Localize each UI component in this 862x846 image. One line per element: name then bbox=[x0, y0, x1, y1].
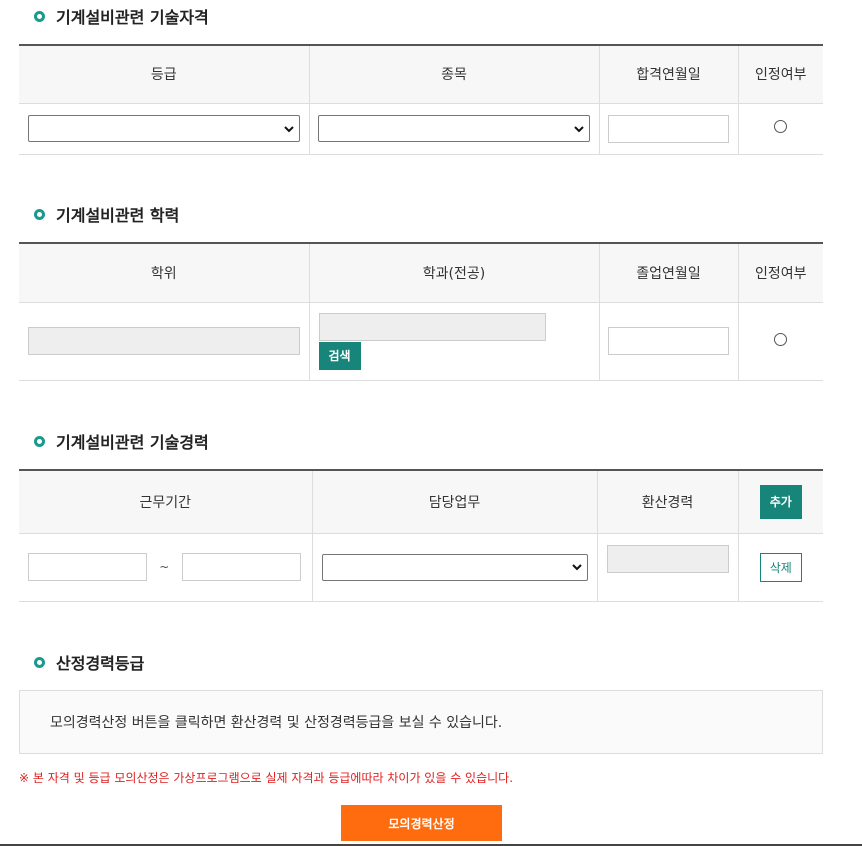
chevron-down-icon bbox=[571, 564, 582, 571]
pass-date-input[interactable] bbox=[608, 114, 729, 143]
search-button[interactable]: 검색 bbox=[318, 341, 361, 370]
header-pass-date: 합격연월일 bbox=[598, 45, 738, 104]
section-title-text: 기계설비관련 기술경력 bbox=[56, 433, 209, 452]
circle-bullet-icon bbox=[34, 435, 45, 447]
section-title-education: 기계설비관련 학력 bbox=[34, 202, 179, 226]
header-duty: 담당업무 bbox=[311, 470, 597, 534]
section-title-text: 기계설비관련 학력 bbox=[56, 206, 180, 225]
chevron-down-icon bbox=[284, 125, 294, 132]
period-start-input[interactable] bbox=[28, 553, 147, 581]
grade-cell bbox=[19, 103, 309, 155]
section-title-text: 기계설비관련 기술자격 bbox=[56, 8, 209, 27]
period-end-input[interactable] bbox=[181, 553, 301, 581]
section-title-text: 산정경력등급 bbox=[56, 654, 145, 673]
delete-cell: 삭제 bbox=[737, 533, 823, 602]
delete-button[interactable]: 삭제 bbox=[759, 552, 802, 582]
header-work-period: 근무기간 bbox=[19, 470, 312, 534]
duty-select[interactable] bbox=[321, 553, 588, 581]
calculate-button[interactable]: 모의경력산정 bbox=[341, 805, 502, 841]
pass-date-cell bbox=[598, 103, 738, 155]
header-major: 학과(전공) bbox=[308, 243, 599, 303]
duty-cell bbox=[311, 533, 597, 602]
header-item: 종목 bbox=[308, 45, 599, 104]
item-select[interactable] bbox=[318, 115, 590, 142]
add-button[interactable]: 추가 bbox=[759, 484, 802, 519]
converted-career-cell bbox=[596, 533, 738, 602]
major-input[interactable] bbox=[318, 312, 546, 341]
major-cell: 검색 bbox=[308, 302, 599, 381]
section-title-qualification: 기계설비관련 기술자격 bbox=[34, 4, 209, 28]
recognition-cell bbox=[737, 103, 823, 155]
header-graduation-date: 졸업연월일 bbox=[598, 243, 738, 303]
work-period-cell: ~ bbox=[19, 533, 312, 602]
header-recognition: 인정여부 bbox=[737, 45, 823, 104]
header-recognition: 인정여부 bbox=[737, 243, 823, 303]
recognition-cell bbox=[737, 302, 823, 381]
experience-table: 근무기간 담당업무 환산경력 추가 ~ 삭제 bbox=[19, 469, 823, 602]
chevron-down-icon bbox=[574, 125, 584, 132]
graduation-date-input[interactable] bbox=[608, 327, 729, 355]
degree-cell bbox=[19, 302, 309, 381]
info-text: 모의경력산정 버튼을 클릭하면 환산경력 및 산정경력등급을 보실 수 있습니다… bbox=[50, 715, 503, 731]
grade-select[interactable] bbox=[27, 115, 300, 142]
converted-career-input bbox=[606, 544, 729, 573]
add-cell: 추가 bbox=[737, 470, 823, 534]
header-grade: 등급 bbox=[19, 45, 309, 104]
degree-input[interactable] bbox=[27, 327, 300, 355]
recognition-radio[interactable] bbox=[774, 332, 788, 346]
disclaimer-notice: ※ 본 자격 및 등급 모의산정은 가상프로그램으로 실제 자격과 등급에따라 … bbox=[19, 771, 514, 785]
item-cell bbox=[308, 103, 599, 155]
header-degree: 학위 bbox=[19, 243, 309, 303]
section-title-grade: 산정경력등급 bbox=[34, 650, 144, 674]
section-title-experience: 기계설비관련 기술경력 bbox=[34, 429, 209, 453]
education-table: 학위 학과(전공) 졸업연월일 인정여부 검색 bbox=[19, 242, 823, 381]
info-box: 모의경력산정 버튼을 클릭하면 환산경력 및 산정경력등급을 보실 수 있습니다… bbox=[19, 690, 823, 754]
qualification-table: 등급 종목 합격연월일 인정여부 bbox=[19, 44, 823, 155]
circle-bullet-icon bbox=[34, 10, 45, 22]
recognition-radio[interactable] bbox=[774, 120, 788, 133]
tilde-separator: ~ bbox=[159, 560, 170, 574]
circle-bullet-icon bbox=[34, 208, 45, 220]
circle-bullet-icon bbox=[34, 656, 45, 668]
header-converted-career: 환산경력 bbox=[596, 470, 738, 534]
graduation-date-cell bbox=[598, 302, 738, 381]
